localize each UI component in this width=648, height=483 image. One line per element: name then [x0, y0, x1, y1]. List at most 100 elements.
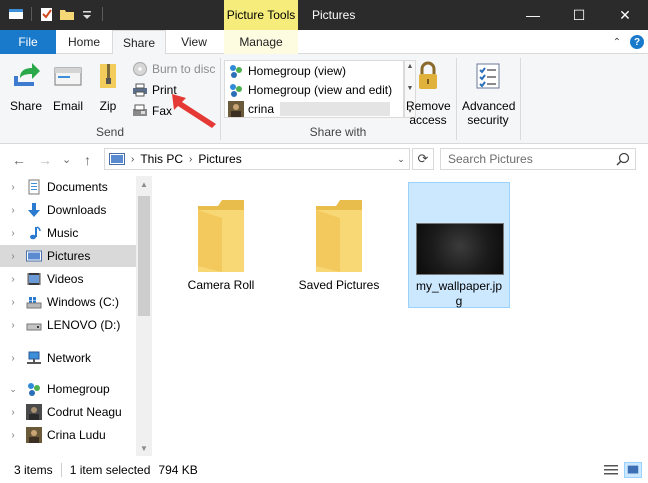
email-icon — [54, 67, 82, 86]
nav-item-label: Music — [47, 226, 79, 240]
expand-chevron-icon[interactable]: › — [6, 297, 20, 308]
nav-item-downloads[interactable]: › Downloads — [0, 199, 136, 221]
address-history-dropdown[interactable]: ⌄ — [392, 148, 410, 170]
expand-chevron-icon[interactable]: › — [6, 407, 20, 418]
expand-chevron-icon[interactable]: › — [6, 251, 20, 262]
collapse-ribbon-button[interactable]: ⌃ — [610, 35, 624, 49]
disc-icon — [133, 62, 147, 76]
address-bar[interactable]: › This PC › Pictures — [104, 148, 410, 170]
tab-home[interactable]: Home — [60, 30, 108, 54]
close-button[interactable]: ✕ — [602, 0, 648, 30]
nav-item-lenovo-d[interactable]: › LENOVO (D:) — [0, 314, 136, 336]
security-checklist-icon — [476, 63, 500, 89]
nav-item-label: Network — [47, 351, 92, 365]
details-view-icon[interactable] — [602, 462, 620, 478]
email-button[interactable]: Email — [48, 60, 88, 113]
nav-item-label: Videos — [47, 272, 84, 286]
zip-button[interactable]: Zip — [88, 60, 128, 113]
nav-item-windows-c[interactable]: › Windows (C:) — [0, 291, 136, 313]
tab-manage[interactable]: Manage — [224, 30, 298, 54]
expand-chevron-icon[interactable]: › — [6, 274, 20, 285]
help-icon[interactable]: ? — [630, 35, 644, 49]
new-folder-icon[interactable] — [59, 6, 75, 22]
recent-locations-button[interactable]: ⌄ — [62, 153, 71, 166]
share-with-user-crina[interactable]: crina — [225, 99, 403, 118]
scroll-down-icon[interactable]: ▼ — [136, 440, 152, 456]
user-avatar-icon — [26, 404, 42, 420]
tab-file[interactable]: File — [0, 30, 56, 54]
file-item-saved-pictures[interactable]: Saved Pictures — [288, 182, 390, 308]
collapse-chevron-icon[interactable]: ⌄ — [6, 384, 20, 395]
drive-icon — [26, 323, 42, 331]
customize-toolbar-icon[interactable] — [79, 6, 95, 22]
folder-icon — [198, 200, 244, 272]
fax-button[interactable]: Fax — [132, 102, 172, 120]
search-icon[interactable] — [616, 152, 630, 166]
navigation-pane: › Documents › Downloads › Music › Pictur… — [0, 176, 152, 456]
share-with-list[interactable]: Homegroup (view) Homegroup (view and edi… — [224, 60, 404, 118]
homegroup-icon — [230, 64, 242, 78]
properties-icon[interactable] — [39, 6, 55, 22]
file-item-label: my_wallpaper.jp g — [415, 279, 503, 308]
burn-to-disc-button[interactable]: Burn to disc — [132, 60, 215, 78]
share-button[interactable]: Share — [6, 60, 46, 113]
refresh-button[interactable]: ⟳ — [412, 148, 434, 170]
up-button[interactable]: ↑ — [84, 152, 91, 168]
share-with-homegroup-view[interactable]: Homegroup (view) — [225, 61, 403, 80]
file-item-camera-roll[interactable]: Camera Roll — [170, 182, 272, 308]
breadcrumb-pictures[interactable]: Pictures — [198, 152, 241, 166]
nav-pane-scrollbar[interactable]: ▲ ▼ — [136, 176, 152, 456]
title-bar: Picture Tools Pictures — ☐ ✕ — [0, 0, 648, 30]
file-item-label: Saved Pictures — [298, 278, 380, 292]
file-item-label: Camera Roll — [187, 278, 255, 292]
scroll-up-icon[interactable]: ▲ — [136, 176, 152, 192]
large-icons-view-icon[interactable] — [624, 462, 642, 478]
nav-item-label: Documents — [47, 180, 108, 194]
nav-item-homegroup[interactable]: ⌄ Homegroup — [0, 378, 136, 400]
forward-button[interactable]: → — [38, 152, 52, 168]
expand-chevron-icon[interactable]: › — [6, 430, 20, 441]
file-item-my-wallpaper[interactable]: my_wallpaper.jp g — [408, 182, 510, 308]
nav-item-documents[interactable]: › Documents — [0, 176, 136, 198]
tab-share[interactable]: Share — [112, 30, 166, 55]
breadcrumb-chevron-icon[interactable]: › — [189, 154, 192, 165]
nav-item-crina-ludu[interactable]: › Crina Ludu — [0, 424, 136, 446]
pictures-icon — [26, 250, 42, 262]
expand-chevron-icon[interactable]: › — [6, 353, 20, 364]
expand-chevron-icon[interactable]: › — [6, 228, 20, 239]
nav-item-label: Crina Ludu — [47, 428, 106, 442]
nav-item-videos[interactable]: › Videos — [0, 268, 136, 290]
minimize-button[interactable]: — — [510, 0, 556, 30]
back-button[interactable]: ← — [12, 152, 26, 168]
scrollbar-thumb[interactable] — [138, 196, 150, 316]
expand-chevron-icon[interactable]: › — [6, 182, 20, 193]
nav-item-music[interactable]: › Music — [0, 222, 136, 244]
drive-icon — [26, 297, 42, 309]
nav-item-network[interactable]: › Network — [0, 347, 136, 369]
search-input[interactable]: Search Pictures — [440, 148, 636, 170]
remove-access-button[interactable]: Remove access — [406, 60, 451, 127]
nav-item-codrut-neagu[interactable]: › Codrut Neagu — [0, 401, 136, 423]
selection-size: 794 KB — [158, 463, 198, 477]
maximize-button[interactable]: ☐ — [556, 0, 602, 30]
nav-item-label: Codrut Neagu — [47, 405, 122, 419]
advanced-security-button[interactable]: Advanced security — [462, 60, 515, 127]
explorer-window-icon[interactable] — [8, 6, 24, 22]
share-label: Share — [9, 99, 43, 113]
share-with-homegroup-view-edit[interactable]: Homegroup (view and edit) — [225, 80, 403, 99]
tab-view[interactable]: View — [170, 30, 218, 54]
status-bar: 3 items 1 item selected 794 KB — [0, 457, 648, 483]
picture-tools-context-label: Picture Tools — [224, 0, 298, 30]
breadcrumb-chevron-icon[interactable]: › — [131, 154, 134, 165]
toolbar-separator — [31, 7, 32, 21]
breadcrumb-this-pc[interactable]: This PC — [140, 152, 183, 166]
videos-icon — [27, 273, 41, 285]
share-icon — [14, 63, 40, 86]
nav-item-pictures[interactable]: › Pictures — [0, 245, 136, 267]
share-with-item-label: crina — [248, 101, 275, 116]
expand-chevron-icon[interactable]: › — [6, 320, 20, 331]
email-label: Email — [52, 99, 83, 113]
remove-access-label: Remove access — [406, 99, 451, 127]
expand-chevron-icon[interactable]: › — [6, 205, 20, 216]
window-title: Pictures — [312, 8, 356, 22]
